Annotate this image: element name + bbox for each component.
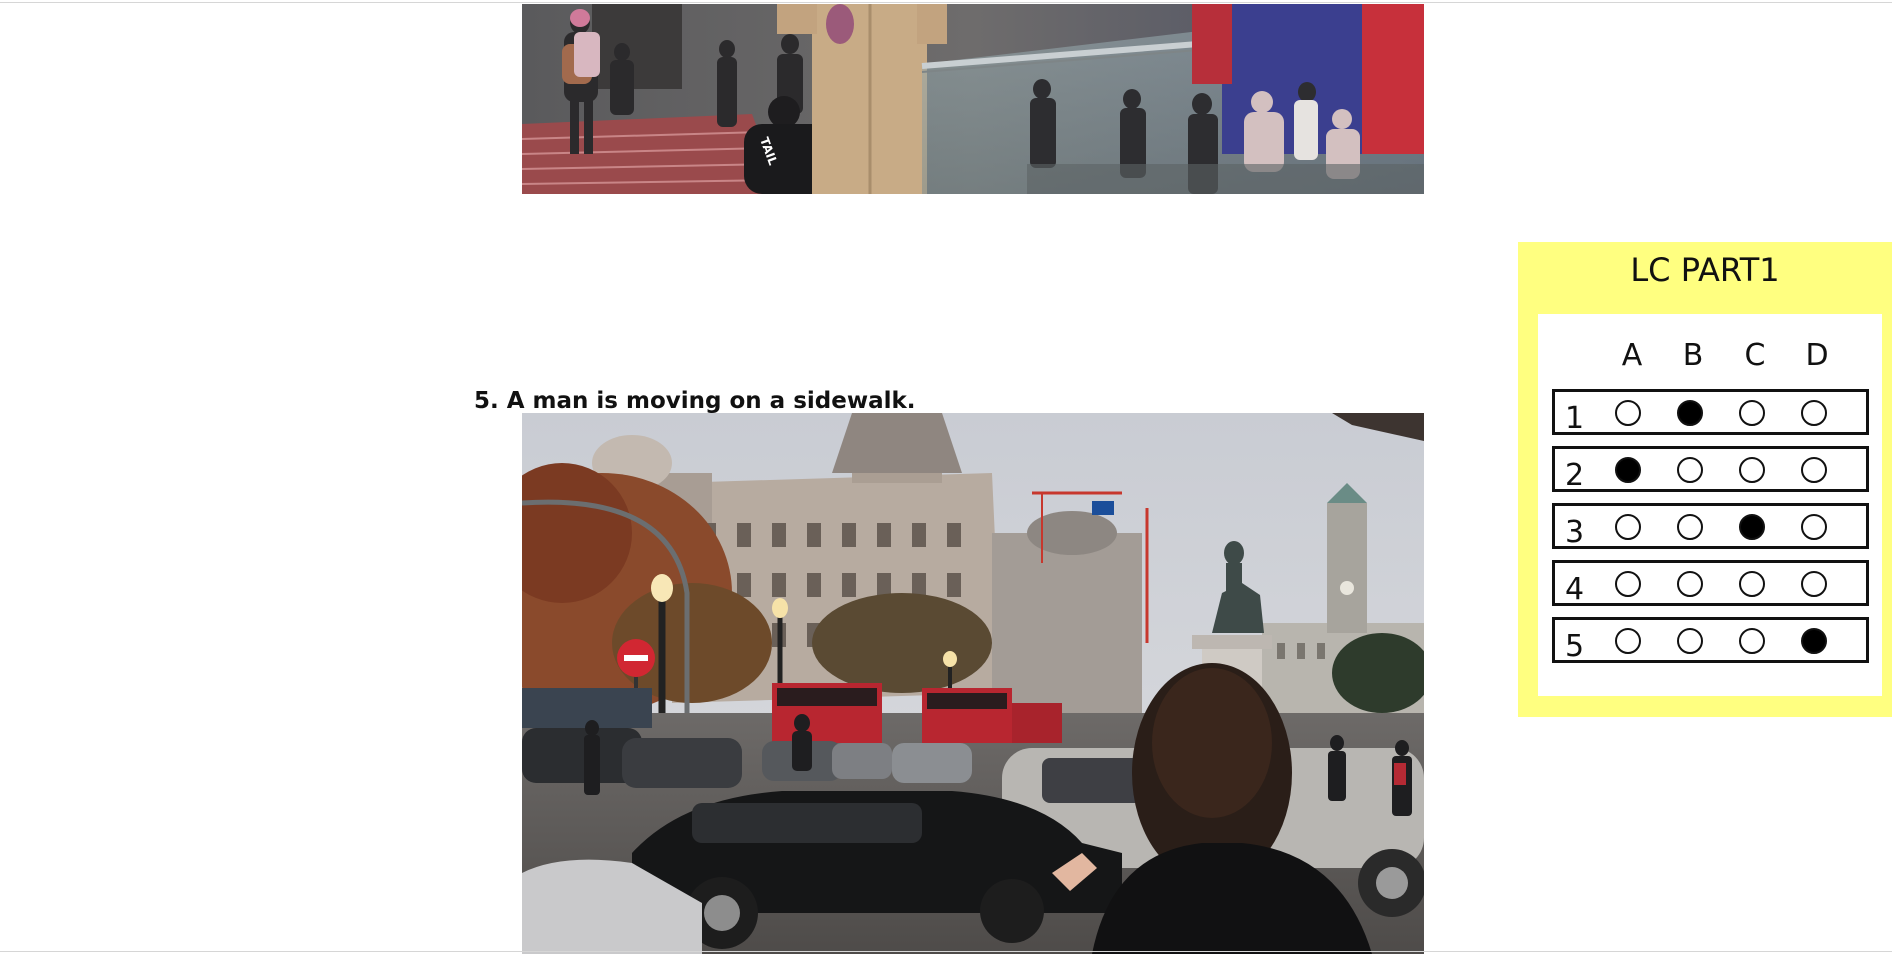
- answer-sheet-card: A B C D 1 2 3 4 5: [1538, 314, 1882, 696]
- bottom-divider: [0, 951, 1892, 952]
- question-text: 5. A man is moving on a sidewalk.: [474, 388, 916, 414]
- answer-bubble-3-b[interactable]: [1677, 514, 1703, 540]
- answer-bubble-3-c[interactable]: [1739, 514, 1765, 540]
- column-header-c: C: [1744, 338, 1766, 373]
- answer-bubble-4-d[interactable]: [1801, 571, 1827, 597]
- answer-bubble-5-a[interactable]: [1615, 628, 1641, 654]
- answer-row-3: 3: [1552, 503, 1869, 550]
- answer-bubble-5-c[interactable]: [1739, 628, 1765, 654]
- answer-row-2: 2: [1552, 446, 1869, 493]
- answer-bubble-3-a[interactable]: [1615, 514, 1641, 540]
- answer-bubble-1-d[interactable]: [1801, 400, 1827, 426]
- answer-bubble-2-d[interactable]: [1801, 457, 1827, 483]
- answer-bubble-3-d[interactable]: [1801, 514, 1827, 540]
- answer-sheet-title: LC PART1: [1630, 251, 1780, 289]
- answer-row-number: 1: [1565, 401, 1585, 436]
- answer-bubble-4-c[interactable]: [1739, 571, 1765, 597]
- answer-row-1: 1: [1552, 389, 1869, 436]
- answer-bubble-2-b[interactable]: [1677, 457, 1703, 483]
- answer-row-number: 3: [1565, 515, 1585, 550]
- page: TAIL 5. A man is moving on a sidewalk. L…: [0, 0, 1892, 954]
- answer-row-number: 4: [1565, 572, 1585, 607]
- answer-bubble-1-b[interactable]: [1677, 400, 1703, 426]
- answer-row-5: 5: [1552, 617, 1869, 664]
- answer-row-number: 5: [1565, 629, 1585, 664]
- column-header-a: A: [1621, 338, 1643, 373]
- answer-bubble-1-c[interactable]: [1739, 400, 1765, 426]
- column-header-d: D: [1805, 338, 1829, 373]
- answer-bubble-1-a[interactable]: [1615, 400, 1641, 426]
- column-header-b: B: [1682, 338, 1704, 373]
- answer-bubble-2-c[interactable]: [1739, 457, 1765, 483]
- top-divider: [0, 2, 1892, 3]
- street-stairs-photo: TAIL: [522, 4, 1424, 194]
- answer-bubble-4-b[interactable]: [1677, 571, 1703, 597]
- answer-bubble-2-a[interactable]: [1615, 457, 1641, 483]
- answer-sheet-panel: LC PART1 A B C D 1 2 3 4 5: [1518, 242, 1892, 717]
- answer-bubble-5-b[interactable]: [1677, 628, 1703, 654]
- answer-row-number: 2: [1565, 458, 1585, 493]
- answer-column-headers: A B C D: [1538, 336, 1882, 376]
- answer-row-4: 4: [1552, 560, 1869, 607]
- city-square-traffic-photo: [522, 413, 1424, 954]
- answer-bubble-4-a[interactable]: [1615, 571, 1641, 597]
- answer-bubble-5-d[interactable]: [1801, 628, 1827, 654]
